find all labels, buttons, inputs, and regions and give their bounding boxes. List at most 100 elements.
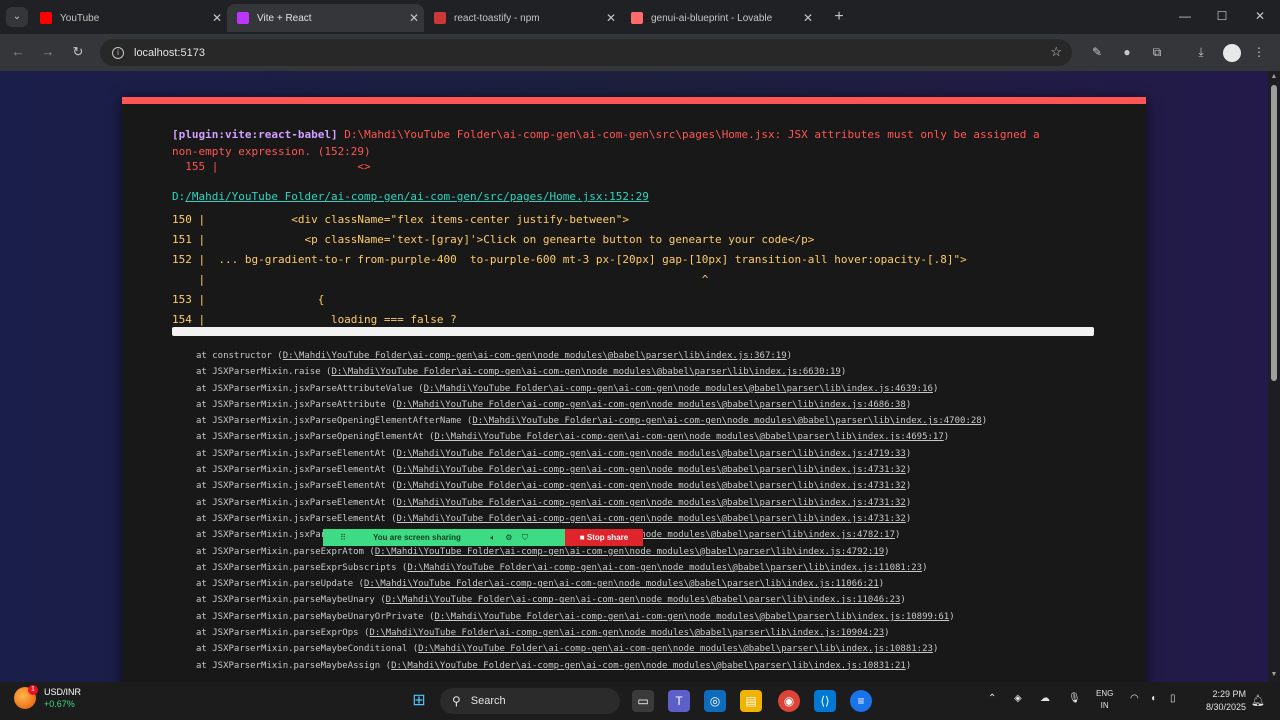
vscode-icon[interactable]: ⟨⟩ [814, 690, 836, 712]
stack-location-link[interactable]: D:\Mahdi\YouTube Folder\ai-comp-gen\ai-c… [331, 367, 840, 377]
stack-location-link[interactable]: D:\Mahdi\YouTube Folder\ai-comp-gen\ai-c… [283, 351, 787, 361]
teams-icon[interactable]: T [668, 690, 690, 712]
stack-location-link[interactable]: D:\Mahdi\YouTube Folder\ai-comp-gen\ai-c… [397, 400, 906, 410]
star-icon[interactable]: ☆ [1050, 44, 1062, 60]
widgets-button[interactable]: 1 USD/INR +0.67% [14, 685, 81, 710]
avatar[interactable] [1223, 44, 1241, 62]
forward-arrow-icon[interactable]: → [38, 42, 58, 62]
windows-start-icon[interactable]: ⊞ [408, 690, 430, 712]
stack-location-link[interactable]: D:\Mahdi\YouTube Folder\ai-comp-gen\ai-c… [364, 579, 879, 589]
close-window-icon[interactable]: ✕ [1247, 6, 1273, 26]
app-icon[interactable]: ≡ [850, 690, 872, 712]
menu-dots-icon[interactable]: ⋮ [1250, 43, 1268, 61]
copilot-icon[interactable]: ◎ [704, 690, 726, 712]
stack-frame: at JSXParserMixin.jsxParseOpeningElement… [196, 416, 988, 427]
stack-location-link[interactable]: D:\Mahdi\YouTube Folder\ai-comp-gen\ai-c… [391, 661, 906, 671]
chrome-icon[interactable]: ◉ [778, 690, 800, 712]
stack-frame: at JSXParserMixin.parseMaybeAssign (D:\M… [196, 660, 912, 671]
settings-icon[interactable]: ⚙ [501, 533, 517, 542]
maximize-icon[interactable]: ☐ [1209, 6, 1235, 26]
stack-function: at JSXParserMixin.jsxParseAttribute [196, 399, 386, 410]
close-tab-icon[interactable]: ✕ [798, 11, 818, 25]
stop-share-button[interactable]: ■ Stop share [565, 529, 643, 546]
scroll-down-icon[interactable]: ▼ [1270, 671, 1278, 679]
minimize-icon[interactable]: — [1172, 6, 1198, 26]
tab-favicon-icon [631, 12, 643, 24]
microphone-icon[interactable]: 🎙︎ [1068, 693, 1081, 704]
stack-function: at JSXParserMixin.jsxParseOpeningElement… [196, 416, 462, 427]
close-tab-icon[interactable]: ✕ [601, 11, 621, 25]
stack-location-link[interactable]: D:\Mahdi\YouTube Folder\ai-comp-gen\ai-c… [397, 465, 906, 475]
stack-location-link[interactable]: D:\Mahdi\YouTube Folder\ai-comp-gen\ai-c… [397, 514, 906, 524]
file-explorer-icon[interactable]: ▤ [740, 690, 762, 712]
site-info-icon[interactable]: i [112, 46, 124, 59]
stack-function: at JSXParserMixin.jsxParseElementAt [196, 481, 386, 492]
tray-app-icon[interactable]: ◈ [1014, 693, 1022, 704]
clock-time: 2:29 PM [1212, 689, 1246, 699]
task-view-icon[interactable]: ▭ [632, 690, 654, 712]
stack-location-link[interactable]: D:\Mahdi\YouTube Folder\ai-comp-gen\ai-c… [397, 498, 906, 508]
stack-function: at JSXParserMixin.parseExprAtom [196, 546, 364, 557]
close-tab-icon[interactable]: ✕ [207, 11, 227, 25]
screen-share-bar: ⠿ You are screen sharing 🔈︎ ⚙ ⛉ ■ Stop s… [323, 529, 643, 546]
stack-function: at JSXParserMixin.jsxParseAttributeValue [196, 383, 413, 394]
puzzle-icon[interactable]: ⧉ [1148, 43, 1166, 61]
wifi-icon[interactable]: ◠ [1130, 693, 1139, 704]
stack-function: at JSXParserMixin.parseExprSubscripts [196, 562, 397, 573]
tab-title: YouTube [60, 12, 100, 24]
taskbar-search[interactable]: ⚲ Search [440, 688, 620, 714]
stack-location-link[interactable]: D:\Mahdi\YouTube Folder\ai-comp-gen\ai-c… [369, 628, 884, 638]
pen-icon[interactable]: ✎ [1088, 43, 1106, 61]
screen-share-label: You are screen sharing [373, 533, 461, 542]
screen-share-status: ⠿ You are screen sharing 🔈︎ ⚙ ⛉ [323, 529, 565, 546]
stack-location-link[interactable]: D:\Mahdi\YouTube Folder\ai-comp-gen\ai-c… [397, 449, 906, 459]
stack-location-link[interactable]: D:\Mahdi\YouTube Folder\ai-comp-gen\ai-c… [434, 432, 943, 442]
tab-1[interactable]: Vite + React ✕ [227, 4, 424, 32]
stack-location-link[interactable]: D:\Mahdi\YouTube Folder\ai-comp-gen\ai-c… [375, 547, 884, 557]
tab-3[interactable]: genui-ai-blueprint - Lovable ✕ [621, 4, 818, 32]
extension-circle-icon[interactable]: ● [1118, 43, 1136, 61]
tab-favicon-icon [434, 12, 446, 24]
address-bar[interactable]: i localhost:5173 ☆ [100, 39, 1072, 66]
stack-location-link[interactable]: D:\Mahdi\YouTube Folder\ai-comp-gen\ai-c… [386, 595, 901, 605]
stack-frame: at JSXParserMixin.jsxParseElementAt (D:\… [196, 481, 912, 492]
chevron-up-icon[interactable]: ⌃ [988, 693, 996, 704]
speaker-icon[interactable]: 🔈︎ [485, 533, 501, 543]
chevron-down-icon[interactable]: ⌄ [6, 7, 28, 27]
stack-location-link[interactable]: D:\Mahdi\YouTube Folder\ai-comp-gen\ai-c… [424, 384, 933, 394]
onedrive-icon[interactable]: ☁ [1040, 693, 1050, 704]
volume-icon[interactable]: ◖ [1150, 693, 1156, 704]
stack-location-link[interactable]: D:\Mahdi\YouTube Folder\ai-comp-gen\ai-c… [472, 416, 981, 426]
stack-function: at JSXParserMixin.raise [196, 367, 321, 378]
stack-location-link[interactable]: D:\Mahdi\YouTube Folder\ai-comp-gen\ai-c… [418, 644, 933, 654]
page-scrollbar[interactable]: ▲ ▼ [1268, 71, 1280, 682]
notification-bell-icon[interactable]: 🔔︎ [1251, 694, 1265, 707]
new-tab-icon[interactable]: + [830, 8, 848, 26]
download-icon[interactable]: ⤓ [1192, 43, 1210, 61]
drag-handle-icon[interactable]: ⠿ [335, 533, 351, 542]
back-arrow-icon[interactable]: ← [8, 42, 28, 62]
stack-frame: at JSXParserMixin.jsxParseElementAt (D:\… [196, 497, 912, 508]
error-file-link[interactable]: /Mahdi/YouTube Folder/ai-comp-gen/ai-com… [185, 190, 649, 203]
system-clock[interactable]: 2:29 PM 8/30/2025 [1196, 688, 1246, 714]
stack-frame: at JSXParserMixin.jsxParseOpeningElement… [196, 432, 950, 443]
tab-favicon-icon [40, 12, 52, 24]
stack-function: at JSXParserMixin.parseMaybeUnaryOrPriva… [196, 611, 424, 622]
shield-icon[interactable]: ⛉ [517, 533, 533, 543]
stack-function: at JSXParserMixin.parseUpdate [196, 579, 354, 590]
error-line-snippet: 155 | <> [172, 160, 371, 173]
scroll-up-icon[interactable]: ▲ [1270, 73, 1278, 81]
language-indicator[interactable]: ENG IN [1096, 688, 1113, 712]
tab-2[interactable]: react-toastify - npm ✕ [424, 4, 621, 32]
battery-icon[interactable]: ▯ [1170, 693, 1176, 704]
reload-icon[interactable]: ↻ [68, 42, 88, 62]
stack-location-link[interactable]: D:\Mahdi\YouTube Folder\ai-comp-gen\ai-c… [397, 481, 906, 491]
stack-location-link[interactable]: D:\Mahdi\YouTube Folder\ai-comp-gen\ai-c… [434, 612, 949, 622]
scroll-thumb[interactable] [1271, 85, 1277, 381]
close-tab-icon[interactable]: ✕ [404, 11, 424, 25]
tab-0[interactable]: YouTube ✕ [30, 4, 227, 32]
stack-function: at JSXParserMixin.parseMaybeAssign [196, 660, 381, 671]
stack-location-link[interactable]: D:\Mahdi\YouTube Folder\ai-comp-gen\ai-c… [407, 563, 922, 573]
market-icon: 1 [14, 685, 38, 709]
horizontal-scrollbar[interactable] [172, 327, 1094, 336]
